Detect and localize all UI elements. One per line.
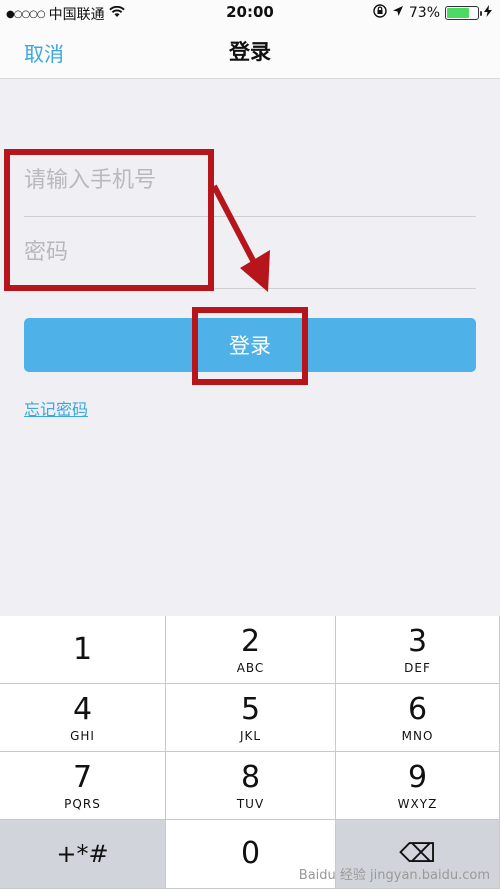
battery-percent: 73% bbox=[408, 5, 440, 21]
key-number: 4 bbox=[72, 691, 93, 727]
key-letters: DEF bbox=[404, 660, 431, 675]
key-number: 9 bbox=[407, 759, 428, 795]
annotation-box-login bbox=[192, 307, 308, 385]
numeric-keypad: 1 2 ABC 3 DEF 4 GHI 5 JKL 6 MNO 7 PQRS 8 TUV 9 WXYZ +*# 0 ⌫ bbox=[0, 616, 500, 889]
annotation-box-inputs bbox=[4, 149, 214, 291]
key-number: 2 bbox=[240, 623, 261, 659]
page-title: 登录 bbox=[229, 40, 271, 64]
key-number: 1 bbox=[72, 631, 93, 667]
key-letters: MNO bbox=[401, 728, 434, 743]
nav-bar: 取消 登录 bbox=[0, 26, 500, 79]
orientation-lock-icon bbox=[373, 4, 387, 22]
keypad-key[interactable]: 3 DEF bbox=[336, 616, 500, 684]
key-letters: JKL bbox=[239, 728, 262, 743]
forgot-password-link[interactable]: 忘记密码 bbox=[24, 396, 88, 420]
status-right: 73% bbox=[373, 4, 492, 22]
key-number: 6 bbox=[407, 691, 428, 727]
location-icon bbox=[392, 5, 404, 21]
status-bar: ●○○○○ 中国联通 20:00 73% bbox=[0, 0, 500, 26]
keypad-key[interactable]: +*# bbox=[0, 820, 166, 889]
key-letters: PQRS bbox=[64, 796, 101, 811]
keypad-key[interactable]: 4 GHI bbox=[0, 684, 166, 752]
keypad-key[interactable]: 1 bbox=[0, 616, 166, 684]
keypad-key[interactable]: 8 TUV bbox=[166, 752, 336, 820]
key-letters: TUV bbox=[236, 796, 265, 811]
key-letters: ABC bbox=[236, 660, 265, 675]
battery-cap bbox=[480, 11, 482, 16]
keypad-key[interactable]: 9 WXYZ bbox=[336, 752, 500, 820]
keypad-key[interactable]: 6 MNO bbox=[336, 684, 500, 752]
battery-level bbox=[447, 8, 469, 18]
charging-icon bbox=[484, 5, 492, 21]
keypad-key[interactable]: 2 ABC bbox=[166, 616, 336, 684]
key-letters: GHI bbox=[70, 728, 95, 743]
key-letters: WXYZ bbox=[397, 796, 438, 811]
key-number: 8 bbox=[240, 759, 261, 795]
key-number: 3 bbox=[407, 623, 428, 659]
watermark: Baidu 经验 jingyan.baidu.com bbox=[298, 868, 490, 883]
key-number: 0 bbox=[240, 836, 261, 871]
key-number: 5 bbox=[240, 691, 261, 727]
keypad-key[interactable]: 7 PQRS bbox=[0, 752, 166, 820]
battery-icon bbox=[445, 6, 482, 20]
keypad-key[interactable]: 5 JKL bbox=[166, 684, 336, 752]
key-number: +*# bbox=[56, 840, 109, 868]
key-number: 7 bbox=[72, 759, 93, 795]
